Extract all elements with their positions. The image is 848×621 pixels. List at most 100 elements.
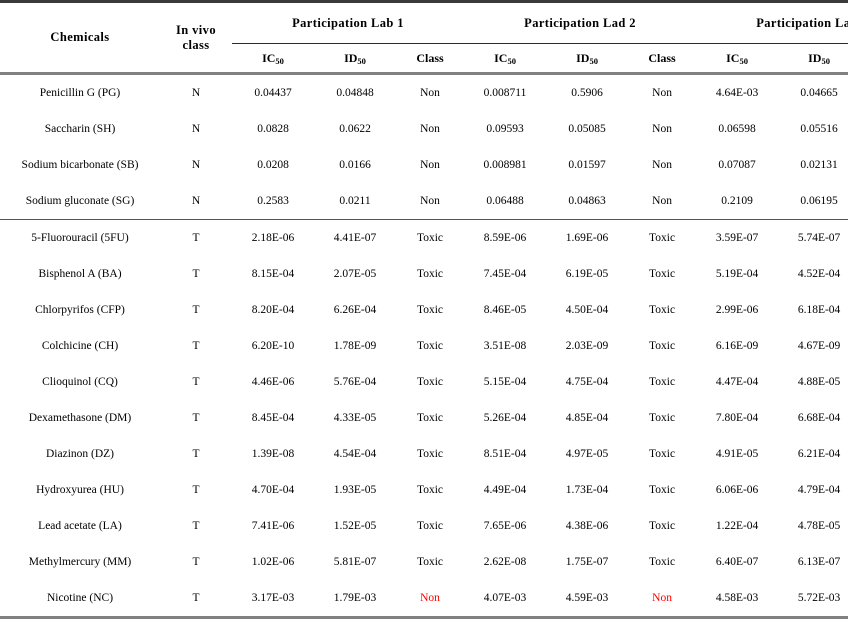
table-row: Lead acetate (LA) T 7.41E-06 1.52E-05 Toxic 7… [0, 508, 848, 544]
cell-lab3-ic50: 4.47E-04 [715, 376, 759, 388]
cell-lab1-id50: 5.76E-04 [333, 376, 377, 388]
cell-lab3-id50: 6.21E-04 [797, 448, 841, 460]
column-header-lab1-id50: ID50 [344, 50, 366, 67]
table-row: Penicillin G (PG) N 0.04437 0.04848 Non 0.008… [0, 74, 848, 112]
cell-lab1-ic50: 6.20E-10 [251, 340, 295, 352]
cell-chemical-name: Saccharin (SH) [44, 123, 116, 135]
cell-lab2-class: Toxic [649, 376, 676, 388]
column-header-in-vivo-class: In vivo class [160, 0, 232, 75]
cell-lab2-ic50: 8.46E-05 [483, 304, 527, 316]
cell-lab2-id50: 1.75E-07 [565, 556, 609, 568]
group-header-lab-3-label: Participation Lab 3 [756, 15, 848, 30]
cell-lab1-class: Toxic [417, 448, 444, 460]
cell-lab2-ic50: 4.49E-04 [483, 484, 527, 496]
cell-in-vivo-class: N [191, 123, 201, 135]
cell-lab2-class: Non [652, 159, 672, 171]
cell-in-vivo-class: T [192, 520, 200, 532]
cell-lab2-class: Toxic [649, 340, 676, 352]
cell-lab1-class: Toxic [417, 268, 444, 280]
table-row: Saccharin (SH) N 0.0828 0.0622 Non 0.09593 0.0… [0, 111, 848, 147]
cell-lab1-ic50: 8.20E-04 [251, 304, 295, 316]
cell-lab1-ic50: 2.18E-06 [251, 232, 295, 244]
cell-chemical-name: Lead acetate (LA) [38, 520, 122, 532]
cell-lab2-class: Toxic [649, 268, 676, 280]
cell-lab3-id50: 4.67E-09 [797, 340, 841, 352]
cell-lab3-ic50: 3.59E-07 [715, 232, 759, 244]
cell-lab2-id50: 4.38E-06 [565, 520, 609, 532]
cell-lab1-ic50: 0.0828 [257, 123, 289, 135]
cell-lab1-class: Toxic [417, 340, 444, 352]
cell-lab2-id50: 2.03E-09 [565, 340, 609, 352]
column-header-lab3-id50: ID50 [808, 50, 830, 67]
cell-chemical-name: Chlorpyrifos (CFP) [35, 304, 125, 316]
cell-lab1-ic50: 0.2583 [257, 195, 289, 207]
cell-lab1-class: Toxic [417, 484, 444, 496]
cell-lab3-ic50: 0.06598 [718, 123, 756, 135]
cell-lab1-class: Non [420, 195, 440, 207]
table-row: Diazinon (DZ) T 1.39E-08 4.54E-04 Toxic 8.51E… [0, 436, 848, 472]
group-header-lab-2-label: Participation Lad 2 [524, 15, 636, 30]
cell-lab3-id50: 6.18E-04 [797, 304, 841, 316]
cell-lab1-id50: 5.81E-07 [333, 556, 377, 568]
cell-lab2-ic50: 8.59E-06 [483, 232, 527, 244]
column-header-lab2-id50: ID50 [576, 50, 598, 67]
header-group-row: Chemicals In vivo class Participation La… [0, 0, 848, 75]
cell-lab2-ic50: 4.07E-03 [483, 592, 527, 604]
cell-lab1-ic50: 0.0208 [257, 159, 289, 171]
subscript-50: 50 [357, 56, 366, 66]
table-row: Clioquinol (CQ) T 4.46E-06 5.76E-04 Toxic 5.1… [0, 364, 848, 400]
table-row: Colchicine (CH) T 6.20E-10 1.78E-09 Toxic 3.5… [0, 328, 848, 364]
cell-lab3-ic50: 1.22E-04 [715, 520, 759, 532]
cell-lab3-id50: 0.02131 [800, 159, 838, 171]
cell-chemical-name: Bisphenol A (BA) [38, 268, 122, 280]
cell-lab2-id50: 6.19E-05 [565, 268, 609, 280]
column-header-lab2-class: Class [648, 50, 676, 65]
cell-lab1-class: Toxic [417, 304, 444, 316]
cell-lab3-id50: 0.05516 [800, 123, 838, 135]
cell-lab1-class: Toxic [417, 232, 444, 244]
cell-lab3-ic50: 7.80E-04 [715, 412, 759, 424]
cell-lab3-id50: 4.79E-04 [797, 484, 841, 496]
cell-lab1-class: Non [420, 159, 440, 171]
cell-in-vivo-class: T [192, 592, 200, 604]
cell-lab1-id50: 4.33E-05 [333, 412, 377, 424]
cell-lab2-ic50: 5.15E-04 [483, 376, 527, 388]
group-header-lab-1-label: Participation Lab 1 [292, 15, 404, 30]
subscript-50: 50 [821, 56, 830, 66]
cell-lab3-ic50: 6.16E-09 [715, 340, 759, 352]
column-header-lab3-ic50: IC50 [726, 50, 748, 67]
cell-lab3-ic50: 4.64E-03 [715, 87, 759, 99]
cell-lab1-id50: 2.07E-05 [333, 268, 377, 280]
cell-lab2-ic50: 3.51E-08 [483, 340, 527, 352]
cell-lab2-id50: 4.59E-03 [565, 592, 609, 604]
column-header-lab1-ic50: IC50 [262, 50, 284, 67]
cell-lab3-id50: 5.72E-03 [797, 592, 841, 604]
cell-lab2-id50: 4.85E-04 [565, 412, 609, 424]
cell-lab2-class: Non [652, 123, 672, 135]
cell-lab2-class: Toxic [649, 304, 676, 316]
table-row: Bisphenol A (BA) T 8.15E-04 2.07E-05 Toxic 7.… [0, 256, 848, 292]
cell-chemical-name: Sodium bicarbonate (SB) [21, 159, 139, 171]
table-row: Nicotine (NC) T 3.17E-03 1.79E-03 Non 4.07E-0… [0, 580, 848, 616]
cell-in-vivo-class: T [192, 304, 200, 316]
cell-lab2-class: Non [652, 195, 672, 207]
cell-lab1-ic50: 4.46E-06 [251, 376, 295, 388]
cell-in-vivo-class: T [192, 268, 200, 280]
in-vivo-label-line1: In vivo [176, 22, 216, 37]
cell-lab2-id50: 4.50E-04 [565, 304, 609, 316]
cell-in-vivo-class: T [192, 340, 200, 352]
cell-lab1-ic50: 8.15E-04 [251, 268, 295, 280]
subscript-50: 50 [275, 56, 284, 66]
cell-lab1-id50: 1.78E-09 [333, 340, 377, 352]
cell-chemical-name: Penicillin G (PG) [39, 87, 121, 99]
cell-lab1-class: Non [420, 87, 440, 99]
cell-lab2-id50: 1.73E-04 [565, 484, 609, 496]
cell-lab1-ic50: 7.41E-06 [251, 520, 295, 532]
cell-lab2-id50: 0.01597 [568, 159, 606, 171]
cell-lab2-id50: 4.97E-05 [565, 448, 609, 460]
section-divider [0, 615, 848, 618]
cell-lab2-ic50: 0.09593 [486, 123, 524, 135]
cell-lab1-id50: 0.0166 [339, 159, 371, 171]
cell-lab1-ic50: 1.02E-06 [251, 556, 295, 568]
cell-lab3-id50: 5.74E-07 [797, 232, 841, 244]
